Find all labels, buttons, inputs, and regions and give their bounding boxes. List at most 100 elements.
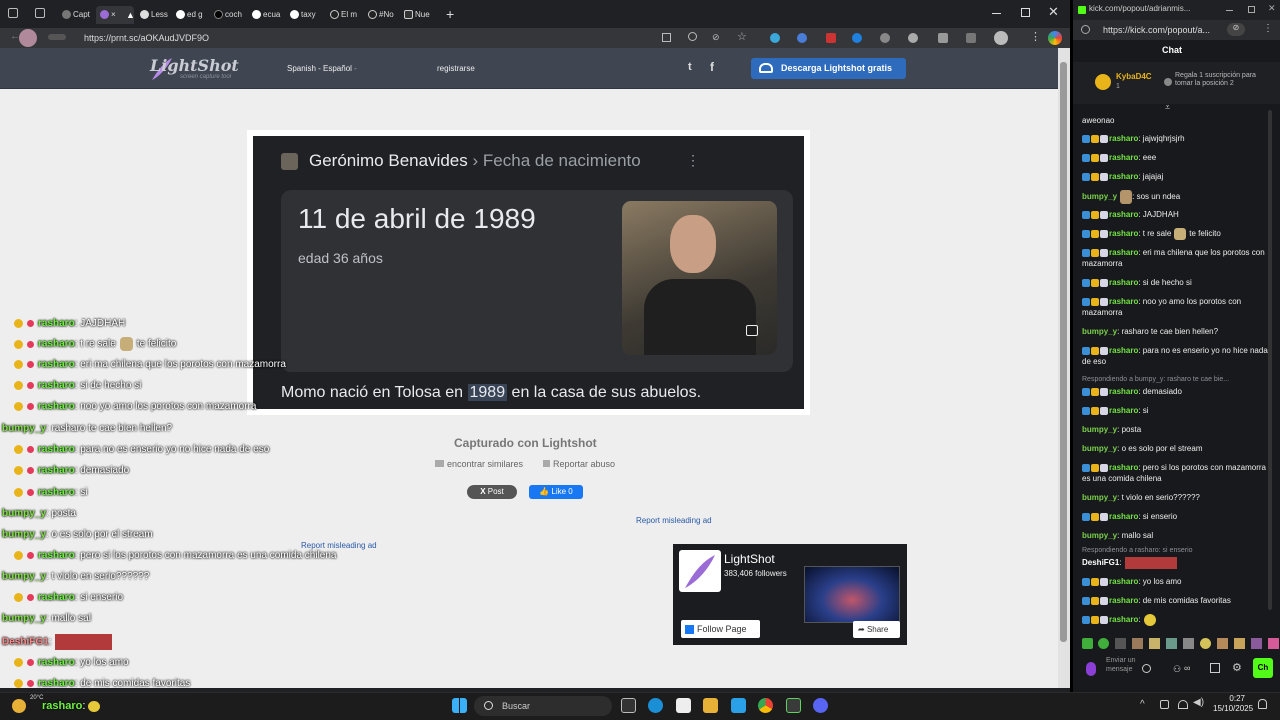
explorer-icon[interactable] (703, 698, 718, 713)
chat-input[interactable]: Enviar un mensaje (1106, 656, 1136, 674)
bookmark-star-icon[interactable]: ☆ (737, 30, 747, 43)
twitter-icon[interactable]: t (688, 61, 692, 73)
person-photo[interactable] (622, 201, 777, 355)
find-similar-link[interactable]: encontrar similares (435, 459, 523, 469)
extension-icon[interactable] (880, 33, 890, 43)
edge-icon[interactable] (648, 698, 663, 713)
close-icon[interactable]: ✕ (1048, 4, 1059, 20)
chat-username[interactable]: rasharo (1109, 172, 1138, 181)
chat-username[interactable]: bumpy_y (1082, 425, 1117, 434)
chat-username[interactable]: rasharo (1109, 210, 1138, 219)
emote-icon[interactable] (1115, 638, 1126, 649)
site-info-icon[interactable] (48, 34, 66, 40)
tab-tiktok-2[interactable]: #No (368, 6, 402, 24)
wifi-icon[interactable] (1178, 700, 1188, 709)
taskbar-search[interactable]: Buscar (474, 696, 612, 716)
chat-username[interactable]: rasharo (1109, 297, 1138, 306)
install-icon[interactable] (662, 33, 671, 42)
profile-avatar[interactable] (19, 29, 37, 47)
language-select[interactable]: Spanish - Español - (287, 64, 357, 73)
extension-icon[interactable] (938, 33, 948, 43)
emote-icon[interactable] (1149, 638, 1160, 649)
fb-page-name[interactable]: LightShot (724, 552, 775, 566)
report-misleading-ad-link[interactable]: Report misleading ad (636, 516, 712, 525)
report-abuse-link[interactable]: Reportar abuso (543, 459, 615, 469)
facebook-icon[interactable]: f (710, 60, 714, 74)
report-misleading-ad-link-2[interactable]: Report misleading ad (301, 541, 377, 550)
network-icon[interactable] (1160, 700, 1169, 709)
chat-username[interactable]: bumpy_y (1082, 192, 1117, 201)
maximize-icon[interactable] (1248, 6, 1255, 13)
tab-google-2[interactable]: ecua (252, 6, 288, 24)
emote-icon[interactable] (1166, 638, 1177, 649)
chat-username[interactable]: bumpy_y (1082, 444, 1117, 453)
fb-share-button[interactable]: ➦ Share (853, 621, 900, 638)
users-icon[interactable]: ⚇ (1173, 664, 1181, 675)
hide-icon[interactable]: ⊘ (1227, 23, 1245, 36)
tab-capture[interactable]: Capt (62, 6, 96, 24)
tab-tiktok[interactable]: El m (330, 6, 364, 24)
discord-icon[interactable] (813, 698, 828, 713)
register-link[interactable]: registrarse (437, 64, 475, 73)
volume-icon[interactable]: ◀) (1193, 697, 1204, 708)
chat-send-button[interactable]: Ch (1253, 658, 1273, 678)
chat-username[interactable]: rasharo (1109, 248, 1138, 257)
sidepanel-icon[interactable] (994, 31, 1008, 45)
scrollbar-thumb[interactable] (1060, 62, 1067, 642)
tab-close-icon[interactable]: × (111, 10, 116, 19)
chat-username[interactable]: rasharo (1109, 387, 1138, 396)
emote-icon[interactable] (1251, 638, 1262, 649)
microphone-icon[interactable] (1086, 662, 1096, 676)
x-post-button[interactable]: X Post (467, 485, 517, 499)
fb-follow-button[interactable]: Follow Page (681, 620, 760, 638)
windows-start-icon[interactable] (452, 698, 467, 713)
site-settings-icon[interactable] (1081, 25, 1090, 34)
tab-new[interactable]: Nue (404, 6, 440, 24)
download-button[interactable]: Descarga Lightshot gratis (751, 58, 906, 79)
tab-x[interactable]: coch (214, 6, 250, 24)
extension-icon[interactable] (852, 33, 862, 43)
notifications-bell-icon[interactable] (1258, 699, 1267, 709)
chat-username[interactable]: DeshiFG1 (1082, 558, 1119, 567)
chat-username[interactable]: rasharo (1109, 615, 1138, 624)
tray-chevron-icon[interactable]: ^ (1140, 699, 1145, 710)
task-view-icon[interactable] (621, 698, 636, 713)
more-options-icon[interactable]: ⋮ (686, 152, 700, 169)
expand-pinned-icon[interactable]: ⩡ (1165, 102, 1170, 113)
lightshot-logo[interactable]: LightShot (150, 56, 239, 75)
emote-icon[interactable] (1183, 638, 1194, 649)
tab-google[interactable]: ed g (176, 6, 210, 24)
fb-page-avatar[interactable] (679, 550, 721, 592)
url-field[interactable]: https://prnt.sc/aOKAudJVDF9O (84, 30, 664, 46)
close-icon[interactable]: ✕ (1268, 3, 1276, 14)
extension-icon[interactable] (770, 33, 780, 43)
menu-kebab-icon[interactable]: ⋮ (1030, 30, 1041, 43)
new-tab-icon[interactable]: + (446, 6, 454, 22)
chat-username[interactable]: rasharo (1109, 229, 1138, 238)
weather-icon[interactable] (12, 699, 26, 713)
gemini-icon[interactable] (1048, 31, 1062, 45)
kick-url[interactable]: https://kick.com/popout/a... (1103, 25, 1210, 35)
chat-username[interactable]: rasharo (1109, 278, 1138, 287)
extension-icon[interactable] (826, 33, 836, 43)
chrome-icon[interactable] (758, 698, 773, 713)
menu-kebab-icon[interactable]: ⋮ (1263, 23, 1273, 34)
chat-username[interactable]: rasharo (1109, 153, 1138, 162)
maximize-icon[interactable] (1021, 8, 1030, 17)
extension-icon[interactable] (797, 33, 807, 43)
store-icon[interactable] (1210, 663, 1220, 673)
extension-icon[interactable] (908, 33, 918, 43)
chat-username[interactable]: rasharo (1109, 463, 1138, 472)
link-icon[interactable]: ∞ (1184, 663, 1190, 673)
chat-username[interactable]: rasharo (1109, 596, 1138, 605)
person-name[interactable]: Gerónimo Benavides (309, 151, 468, 170)
emote-icon[interactable] (1098, 638, 1109, 649)
fb-like-button[interactable]: 👍 Like 0 (529, 485, 583, 499)
app-icon[interactable] (731, 698, 746, 713)
chat-username[interactable]: bumpy_y (1082, 493, 1117, 502)
store-icon[interactable] (676, 698, 691, 713)
tab-actions-icon[interactable] (8, 8, 18, 18)
emote-icon[interactable] (1200, 638, 1211, 649)
tab-less[interactable]: Less (140, 6, 172, 24)
zoom-icon[interactable] (688, 32, 697, 41)
